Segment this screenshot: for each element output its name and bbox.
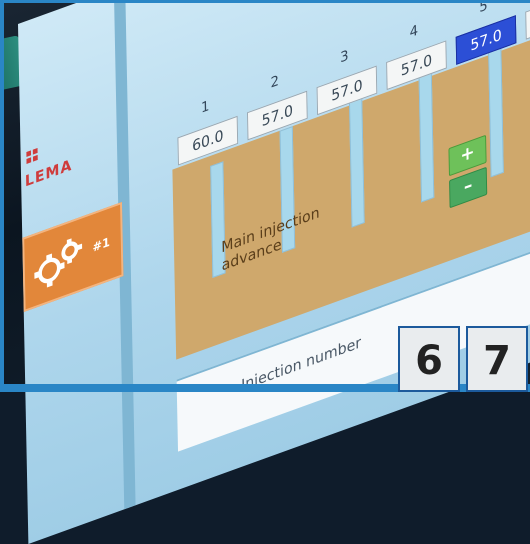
injection-pillar [418,65,435,203]
touch-screen: LEMA #1 1 2 3 4 5 6 6 [18,0,530,544]
gear-index-label: #1 [92,234,110,255]
callout-7: 7 [466,326,528,392]
frame-left [0,0,4,392]
injection-pillar [487,35,504,178]
advance-value-input[interactable]: 0 [525,0,530,40]
gears-settings-button[interactable]: #1 [22,201,124,312]
callout-6: 6 [398,326,460,392]
gears-icon [34,238,83,288]
injection-pillar [349,95,365,228]
frame-top [0,0,530,3]
